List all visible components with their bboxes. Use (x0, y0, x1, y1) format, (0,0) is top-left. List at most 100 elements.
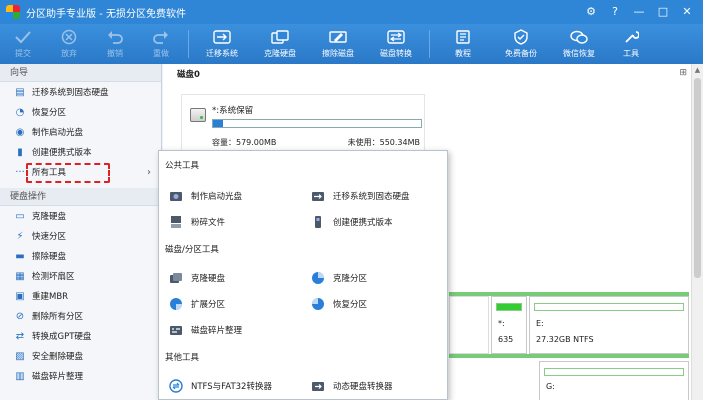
check-icon (14, 29, 32, 45)
partition-usage-fill (213, 120, 224, 127)
undo-button[interactable]: 撤销 (92, 24, 138, 64)
recover-icon: ◔ (15, 106, 25, 118)
sidebar-item-rebuild-mbr[interactable]: ▣ 重建MBR (0, 286, 161, 306)
clone-disk-button[interactable]: 克隆硬盘 (251, 24, 309, 64)
close-button[interactable]: ✕ (677, 2, 697, 20)
scroll-thumb[interactable] (694, 78, 701, 278)
partition-capacity: 容量：579.00MB (212, 138, 277, 147)
popup-item-ntfs-fat32-converter[interactable]: NTFS与FAT32转换器 (169, 377, 272, 395)
extend-icon (169, 297, 183, 311)
rebuild-icon: ▣ (15, 290, 25, 302)
discard-icon (60, 29, 78, 45)
minimize-button[interactable]: — (629, 2, 649, 20)
popup-item-portable-version[interactable]: 创建便携式版本 (311, 213, 393, 231)
popup-item-extend-partition[interactable]: 扩展分区 (169, 295, 225, 313)
sidebar-item-make-boot-disc[interactable]: ◉ 制作启动光盘 (0, 122, 161, 142)
all-tools-popup: 公共工具 制作启动光盘 迁移系统到固态硬盘 粉碎文件 创建便携式版本 磁盘/分区… (158, 150, 448, 400)
maximize-button[interactable]: □ (653, 2, 673, 20)
chevron-right-icon: › (147, 166, 151, 178)
popup-item-recover-partition[interactable]: 恢复分区 (311, 295, 367, 313)
hard-disk-icon (190, 108, 206, 122)
quick-partition-icon: ⚡ (16, 230, 24, 242)
disk-partitions-row: *: 635 E: 27.32GB NTFS (449, 296, 689, 354)
defrag-icon (169, 323, 183, 337)
partition-name: *:系统保留 (212, 106, 254, 116)
wizard-section-title: 向导 (0, 64, 161, 82)
partition-letter: E: (536, 319, 544, 328)
popup-item-migrate-ssd[interactable]: 迁移系统到固态硬盘 (311, 187, 410, 205)
scan-icon: ▦ (15, 270, 25, 282)
recover-icon (311, 297, 325, 311)
redo-button[interactable]: 重做 (138, 24, 184, 64)
partition-size: 27.32GB NTFS (536, 335, 594, 344)
more-icon: ··· (15, 166, 25, 178)
submit-button[interactable]: 提交 (0, 24, 46, 64)
portable-icon: ▮ (17, 146, 23, 158)
highlight-box (26, 163, 110, 183)
window-title: 分区助手专业版 - 无损分区免费软件 (26, 8, 186, 20)
disk-convert-button[interactable]: 磁盘转换 (367, 24, 425, 64)
partition-box-g[interactable]: G: (539, 361, 689, 400)
partition-card[interactable]: *:系统保留 容量：579.00MB 未使用：550.34MB (181, 94, 425, 152)
convert-icon (387, 29, 405, 45)
partition-mini-bar (496, 303, 522, 311)
popup-item-dynamic-disk-converter[interactable]: 动态硬盘转换器 (311, 377, 393, 395)
free-backup-button[interactable]: 免费备份 (492, 24, 550, 64)
popup-item-make-boot-disc[interactable]: 制作启动光盘 (169, 187, 242, 205)
migrate-system-button[interactable]: 迁移系统 (193, 24, 251, 64)
sidebar-item-clone-disk[interactable]: ▭ 克隆硬盘 (0, 206, 161, 226)
layout-grid-icon[interactable]: ⊞ (679, 68, 687, 78)
partition-mini-bar (534, 303, 684, 311)
toolbar-separator (188, 30, 189, 58)
sidebar-item-defrag[interactable]: ▥ 磁盘碎片整理 (0, 366, 161, 386)
clone-partition-icon (311, 271, 325, 285)
tools-button[interactable]: 工具 (608, 24, 654, 64)
partition-mini-bar (544, 368, 684, 376)
sidebar-item-quick-partition[interactable]: ⚡ 快速分区 (0, 226, 161, 246)
partition-box-e[interactable]: E: 27.32GB NTFS (529, 296, 689, 354)
vertical-scrollbar[interactable]: ▲ (691, 64, 703, 400)
wipe-disk-button[interactable]: 擦除磁盘 (309, 24, 367, 64)
scroll-up-icon[interactable]: ▲ (692, 64, 703, 76)
popup-item-clone-disk[interactable]: 克隆硬盘 (169, 269, 225, 287)
discard-button[interactable]: 放弃 (46, 24, 92, 64)
undo-icon (106, 29, 124, 45)
partition-free: 未使用：550.34MB (347, 138, 420, 147)
tutorial-button[interactable]: 教程 (434, 24, 492, 64)
help-icon[interactable]: ? (605, 2, 625, 20)
sidebar-item-migrate-ssd[interactable]: ▤ 迁移系统到固态硬盘 (0, 82, 161, 102)
clone-icon (271, 29, 289, 45)
dynamic-disk-icon (311, 379, 325, 393)
sidebar-item-secure-delete[interactable]: ▨ 安全删除硬盘 (0, 346, 161, 366)
shred-icon (169, 215, 183, 229)
sidebar-item-wipe-disk[interactable]: ▬ 擦除硬盘 (0, 246, 161, 266)
redo-icon (152, 29, 170, 45)
wechat-recovery-button[interactable]: 微信恢复 (550, 24, 608, 64)
disk-ops-section-title: 硬盘操作 (0, 188, 161, 206)
clone-icon (169, 271, 183, 285)
tutorial-icon (454, 29, 472, 45)
defrag-icon: ▥ (15, 370, 25, 382)
tools-icon (622, 29, 640, 45)
backup-icon (512, 29, 530, 45)
sidebar-item-portable-version[interactable]: ▮ 创建便携式版本 (0, 142, 161, 162)
popup-item-shred-file[interactable]: 粉碎文件 (169, 213, 225, 231)
sidebar-item-all-tools[interactable]: ··· 所有工具 › (0, 162, 161, 183)
partition-letter: *: (498, 319, 505, 328)
popup-item-clone-partition[interactable]: 克隆分区 (311, 269, 367, 287)
sidebar-item-convert-gpt[interactable]: ⇄ 转换成GPT硬盘 (0, 326, 161, 346)
partition-letter: G: (546, 382, 555, 391)
title-bar: 分区助手专业版 - 无损分区免费软件 ⚙ ? — □ ✕ (0, 0, 703, 24)
sidebar-item-recover-partition[interactable]: ◔ 恢复分区 (0, 102, 161, 122)
disk-label: 磁盘0 (177, 70, 200, 80)
partition-box-unlabeled[interactable] (449, 296, 489, 354)
app-logo-icon (6, 5, 20, 19)
sidebar-item-check-bad-sector[interactable]: ▦ 检测坏扇区 (0, 266, 161, 286)
sidebar-item-delete-all-partitions[interactable]: ⊘ 删除所有分区 (0, 306, 161, 326)
settings-icon[interactable]: ⚙ (581, 2, 601, 20)
partition-box-star[interactable]: *: 635 (491, 296, 527, 354)
popup-item-defrag[interactable]: 磁盘碎片整理 (169, 321, 242, 339)
disc-icon: ◉ (15, 126, 25, 138)
migrate-icon (213, 29, 231, 45)
toolbar: 提交 放弃 撤销 重做 迁移系统 克隆硬盘 擦除磁盘 磁盘转换 教程 免费备份 … (0, 24, 703, 64)
